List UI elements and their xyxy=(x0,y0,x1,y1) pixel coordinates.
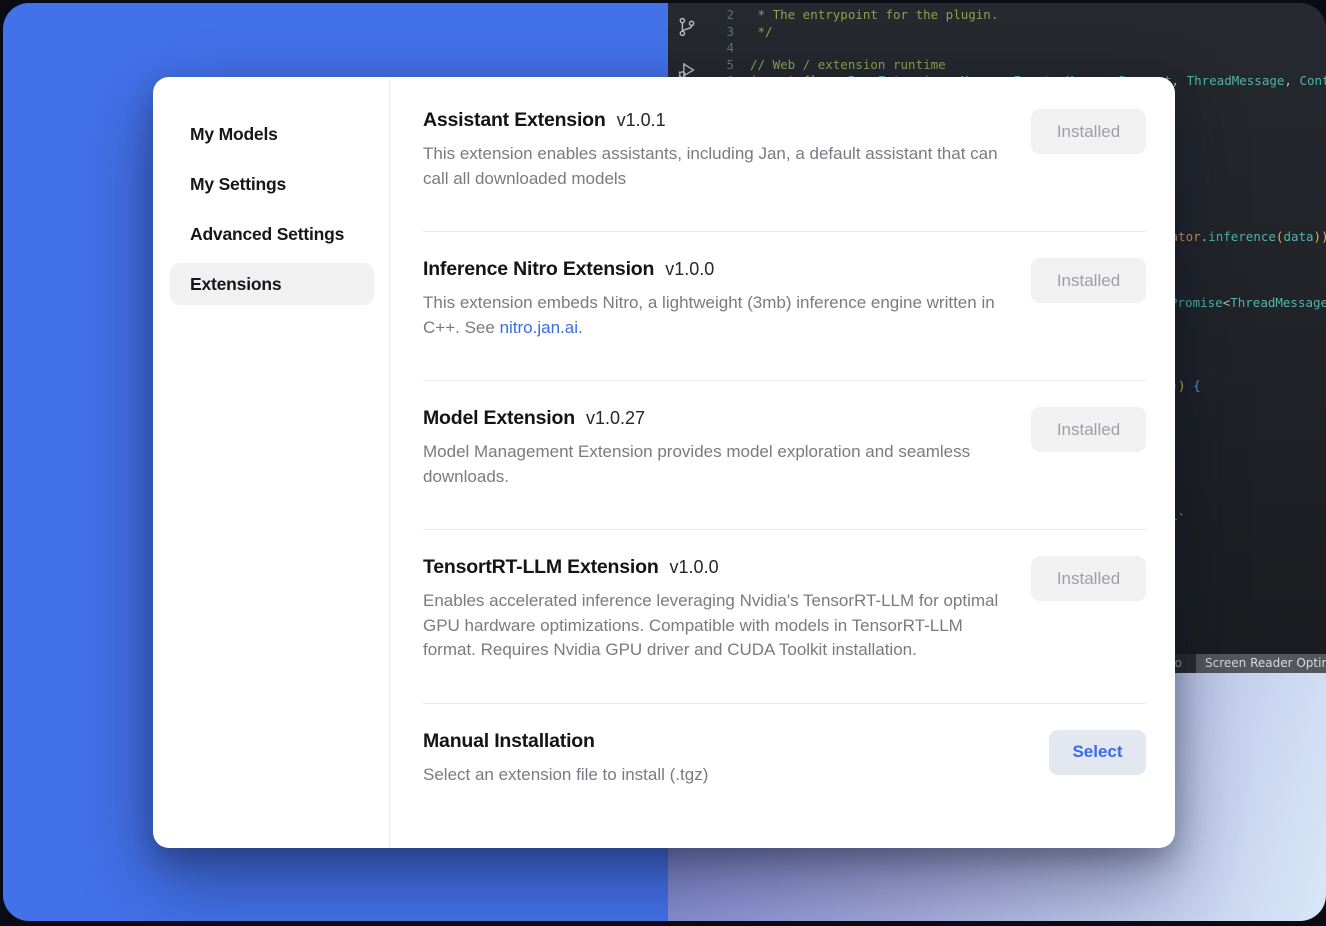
extensions-list: Assistant Extension v1.0.1 Installed Thi… xyxy=(390,77,1175,848)
settings-modal: My Models My Settings Advanced Settings … xyxy=(153,77,1175,848)
extension-header: Manual Installation xyxy=(423,730,1049,753)
extension-header: Model Extension v1.0.27 xyxy=(423,407,1031,430)
code-line: 3 */ xyxy=(706,24,1326,41)
sidebar-item-my-settings[interactable]: My Settings xyxy=(170,163,374,205)
extension-name: Assistant Extension xyxy=(423,109,606,132)
code-line: 2 * The entrypoint for the plugin. xyxy=(706,7,1326,24)
installed-button[interactable]: Installed xyxy=(1031,556,1146,601)
desktop-frame: 2 * The entrypoint for the plugin.3 */45… xyxy=(3,3,1326,921)
extension-header: Assistant Extension v1.0.1 xyxy=(423,109,1031,132)
code-line: 4 xyxy=(706,40,1326,57)
extension-row: Inference Nitro Extension v1.0.0 Install… xyxy=(423,231,1146,380)
sidebar-item-advanced-settings[interactable]: Advanced Settings xyxy=(170,213,374,255)
extension-header: TensortRT-LLM Extension v1.0.0 xyxy=(423,556,1031,579)
extension-link[interactable]: nitro.jan.ai. xyxy=(500,318,583,337)
installed-button[interactable]: Installed xyxy=(1031,407,1146,452)
sidebar-item-extensions[interactable]: Extensions xyxy=(170,263,374,305)
extension-name: TensortRT-LLM Extension xyxy=(423,556,659,579)
extension-description: Select an extension file to install (.tg… xyxy=(423,763,1003,788)
extension-version: v1.0.1 xyxy=(617,110,666,131)
extension-header: Inference Nitro Extension v1.0.0 xyxy=(423,258,1031,281)
settings-sidebar: My Models My Settings Advanced Settings … xyxy=(153,77,390,848)
extension-name: Model Extension xyxy=(423,407,575,430)
select-button[interactable]: Select xyxy=(1049,730,1146,775)
extension-name: Inference Nitro Extension xyxy=(423,258,654,281)
extension-version: v1.0.0 xyxy=(665,259,714,280)
line-number: 3 xyxy=(706,24,750,41)
extension-version: v1.0.0 xyxy=(670,557,719,578)
extension-row: Manual Installation Select Select an ext… xyxy=(423,703,1146,828)
extension-row: TensortRT-LLM Extension v1.0.0 Installed… xyxy=(423,529,1146,703)
extension-description: Enables accelerated inference leveraging… xyxy=(423,589,1003,663)
sidebar-item-label: Extensions xyxy=(190,274,281,295)
line-number: 5 xyxy=(706,57,750,74)
extension-description: This extension enables assistants, inclu… xyxy=(423,142,1003,191)
code-line: 5// Web / extension runtime xyxy=(706,57,1326,74)
code-fragment: rator.inference(data)); xyxy=(1163,229,1326,244)
source-control-icon[interactable] xyxy=(676,16,698,38)
sidebar-item-label: Advanced Settings xyxy=(190,224,344,245)
sidebar-item-label: My Models xyxy=(190,124,278,145)
installed-button[interactable]: Installed xyxy=(1031,258,1146,303)
extension-row: Model Extension v1.0.27 Installed Model … xyxy=(423,380,1146,529)
extension-name: Manual Installation xyxy=(423,730,595,753)
sidebar-item-label: My Settings xyxy=(190,174,286,195)
code-fragment: Promise<ThreadMessage> xyxy=(1170,295,1326,310)
screen-reader-optimize-status[interactable]: Screen Reader Optimize xyxy=(1196,654,1326,673)
sidebar-item-my-models[interactable]: My Models xyxy=(170,113,374,155)
extension-version: v1.0.27 xyxy=(586,408,645,429)
line-number: 4 xyxy=(706,40,750,57)
line-number: 2 xyxy=(706,7,750,24)
extension-description: Model Management Extension provides mode… xyxy=(423,440,1003,489)
extension-description: This extension embeds Nitro, a lightweig… xyxy=(423,291,1003,340)
extension-row: Assistant Extension v1.0.1 Installed Thi… xyxy=(423,83,1146,231)
installed-button[interactable]: Installed xyxy=(1031,109,1146,154)
